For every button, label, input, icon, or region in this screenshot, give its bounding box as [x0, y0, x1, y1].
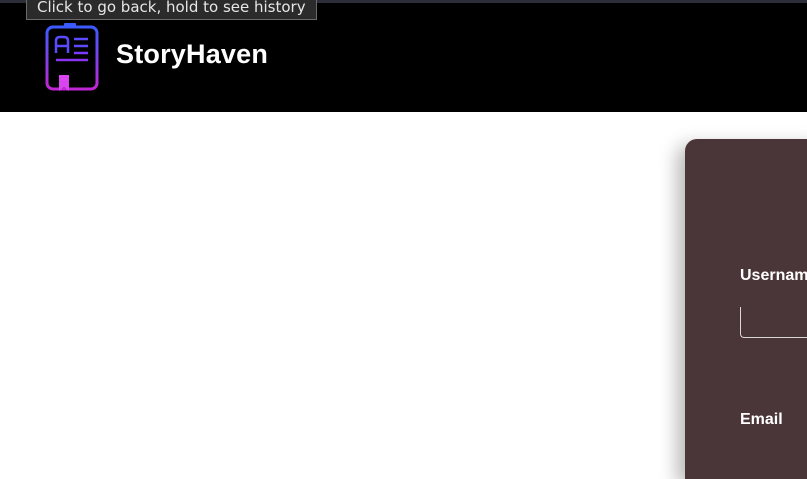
- brand-name[interactable]: StoryHaven: [116, 39, 268, 70]
- book-icon[interactable]: [44, 23, 100, 95]
- login-card: Usernam Email: [685, 139, 807, 479]
- back-button-tooltip: Click to go back, hold to see history: [26, 0, 317, 20]
- username-label: Usernam: [740, 267, 807, 284]
- username-input[interactable]: [740, 307, 807, 338]
- email-label: Email: [740, 411, 783, 428]
